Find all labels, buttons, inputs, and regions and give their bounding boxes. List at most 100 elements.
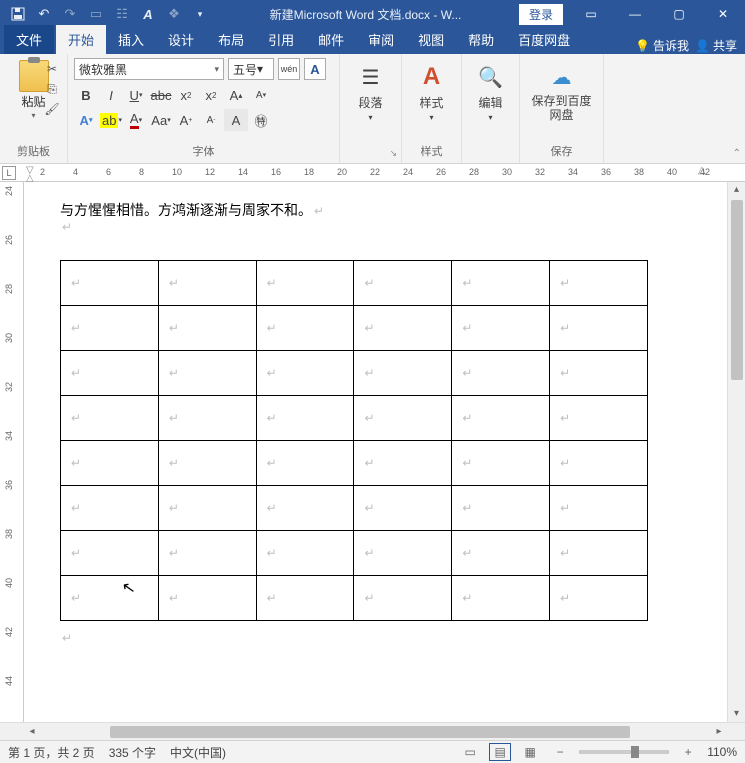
- table-row[interactable]: ↵↵↵↵↵↵: [61, 396, 648, 441]
- format-painter-icon[interactable]: 🖌: [42, 100, 62, 118]
- table-cell[interactable]: ↵: [256, 261, 354, 306]
- table-cell[interactable]: ↵: [452, 531, 550, 576]
- table-cell[interactable]: ↵: [61, 486, 159, 531]
- table-cell[interactable]: ↵: [256, 486, 354, 531]
- login-button[interactable]: 登录: [519, 4, 563, 25]
- scroll-up-icon[interactable]: ▴: [728, 182, 745, 198]
- styles-button[interactable]: A 样式▾: [408, 58, 455, 126]
- qat-btn-3[interactable]: A: [136, 2, 160, 26]
- table-cell[interactable]: ↵: [256, 531, 354, 576]
- ribbon-mode-icon[interactable]: ▭: [569, 0, 613, 28]
- table-cell[interactable]: ↵: [550, 261, 648, 306]
- table-cell[interactable]: ↵: [354, 306, 452, 351]
- table-cell[interactable]: ↵: [452, 576, 550, 621]
- close-icon[interactable]: ✕: [701, 0, 745, 28]
- table-cell[interactable]: ↵: [550, 576, 648, 621]
- strike-button[interactable]: abc: [149, 84, 173, 106]
- tab-layout[interactable]: 布局: [206, 25, 256, 54]
- qat-btn-4[interactable]: ❖: [162, 2, 186, 26]
- char-border-button[interactable]: A: [304, 58, 326, 80]
- paragraph-button[interactable]: ☰ 段落▾: [346, 58, 395, 126]
- table-cell[interactable]: ↵: [452, 486, 550, 531]
- tab-baidu[interactable]: 百度网盘: [506, 25, 582, 54]
- qat-btn-2[interactable]: ☷: [110, 2, 134, 26]
- tab-selector[interactable]: L: [2, 166, 16, 180]
- font-size-combo[interactable]: 五号▾: [228, 58, 274, 80]
- tab-review[interactable]: 审阅: [356, 25, 406, 54]
- table-cell[interactable]: ↵: [354, 486, 452, 531]
- table-cell[interactable]: ↵: [158, 306, 256, 351]
- table-cell[interactable]: ↵: [158, 396, 256, 441]
- table-cell[interactable]: ↵: [354, 351, 452, 396]
- highlight-button[interactable]: ab▾: [99, 109, 123, 131]
- table-cell[interactable]: ↵: [550, 531, 648, 576]
- zoom-level[interactable]: 110%: [707, 745, 737, 759]
- bold-button[interactable]: B: [74, 84, 98, 106]
- ruler-horizontal[interactable]: L ▽ △ △ 24681012141618202224262830323436…: [0, 164, 745, 182]
- qat-more-icon[interactable]: ▾: [188, 2, 212, 26]
- table-cell[interactable]: ↵: [452, 261, 550, 306]
- table-cell[interactable]: ↵: [61, 441, 159, 486]
- save-icon[interactable]: [6, 2, 30, 26]
- collapse-ribbon-icon[interactable]: ⌃: [733, 148, 741, 159]
- scroll-thumb[interactable]: [110, 726, 630, 738]
- table-cell[interactable]: ↵: [452, 351, 550, 396]
- table-cell[interactable]: ↵: [256, 396, 354, 441]
- word-count[interactable]: 335 个字: [109, 744, 156, 761]
- tab-references[interactable]: 引用: [256, 25, 306, 54]
- paragraph-text[interactable]: 与方惺惺相惜。方鸿渐逐渐与周家不和。↵: [60, 200, 697, 220]
- editing-button[interactable]: 🔍 编辑▾: [468, 58, 513, 126]
- minimize-icon[interactable]: —: [613, 0, 657, 28]
- text-effect-button[interactable]: A▾: [74, 109, 98, 131]
- qat-btn-1[interactable]: ▭: [84, 2, 108, 26]
- table-cell[interactable]: ↵: [550, 351, 648, 396]
- char-shading-button[interactable]: A: [224, 109, 248, 131]
- grow-font-2-button[interactable]: A+: [174, 109, 198, 131]
- tab-view[interactable]: 视图: [406, 25, 456, 54]
- table-cell[interactable]: ↵: [61, 306, 159, 351]
- table-cell[interactable]: ↵: [158, 441, 256, 486]
- scroll-down-icon[interactable]: ▾: [728, 706, 745, 722]
- document-area[interactable]: 与方惺惺相惜。方鸿渐逐渐与周家不和。↵ ↵ ↵↵↵↵↵↵↵↵↵↵↵↵↵↵↵↵↵↵…: [24, 182, 727, 722]
- language-indicator[interactable]: 中文(中国): [170, 744, 226, 761]
- table-cell[interactable]: ↵: [61, 261, 159, 306]
- table-cell[interactable]: ↵: [158, 351, 256, 396]
- font-color-button[interactable]: A▾: [124, 109, 148, 131]
- zoom-slider[interactable]: [579, 750, 669, 754]
- dialog-launcher-icon[interactable]: ↘: [389, 148, 397, 159]
- change-case-button[interactable]: Aa▾: [149, 109, 173, 131]
- table-cell[interactable]: ↵: [256, 441, 354, 486]
- table-cell[interactable]: ↵: [158, 486, 256, 531]
- italic-button[interactable]: I: [99, 84, 123, 106]
- table-cell[interactable]: ↵: [158, 576, 256, 621]
- table-cell[interactable]: ↵: [354, 576, 452, 621]
- table-cell[interactable]: ↵: [550, 486, 648, 531]
- table-cell[interactable]: ↵: [256, 576, 354, 621]
- subscript-button[interactable]: x2: [174, 84, 198, 106]
- underline-button[interactable]: U▾: [124, 84, 148, 106]
- table-cell[interactable]: ↵: [452, 306, 550, 351]
- table-cell[interactable]: ↵: [158, 261, 256, 306]
- table-row[interactable]: ↵↵↵↵↵↵: [61, 486, 648, 531]
- table-cell[interactable]: ↵: [452, 396, 550, 441]
- tab-file[interactable]: 文件: [4, 25, 54, 54]
- table-row[interactable]: ↵↵↵↵↵↵: [61, 261, 648, 306]
- table-cell[interactable]: ↵: [550, 306, 648, 351]
- table-cell[interactable]: ↵: [354, 531, 452, 576]
- phonetic-guide-button[interactable]: wén: [278, 58, 300, 80]
- tab-mail[interactable]: 邮件: [306, 25, 356, 54]
- table-row[interactable]: ↵↵↵↵↵↵: [61, 576, 648, 621]
- ruler-vertical[interactable]: 2426283032343638404244: [0, 182, 24, 722]
- zoom-out-icon[interactable]: −: [549, 743, 571, 761]
- table-row[interactable]: ↵↵↵↵↵↵: [61, 531, 648, 576]
- table-cell[interactable]: ↵: [61, 396, 159, 441]
- grow-font-button[interactable]: A▴: [224, 84, 248, 106]
- table-cell[interactable]: ↵: [158, 531, 256, 576]
- tab-insert[interactable]: 插入: [106, 25, 156, 54]
- table-cell[interactable]: ↵: [354, 261, 452, 306]
- document-table[interactable]: ↵↵↵↵↵↵↵↵↵↵↵↵↵↵↵↵↵↵↵↵↵↵↵↵↵↵↵↵↵↵↵↵↵↵↵↵↵↵↵↵…: [60, 260, 648, 621]
- slider-knob[interactable]: [631, 746, 639, 758]
- scrollbar-vertical[interactable]: ▴ ▾: [727, 182, 745, 722]
- tab-home[interactable]: 开始: [56, 25, 106, 54]
- scrollbar-horizontal[interactable]: ◂ ▸: [0, 722, 745, 740]
